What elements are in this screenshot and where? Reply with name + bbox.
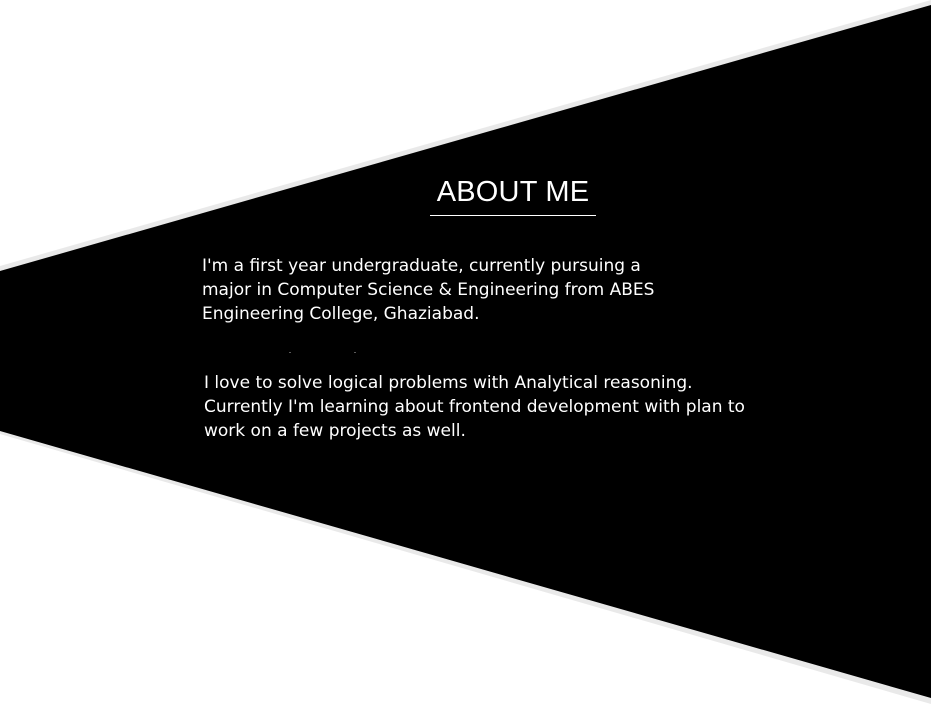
section-title: ABOUT ME xyxy=(436,176,590,208)
interests-paragraph: I love to solve logical problems with An… xyxy=(204,371,745,443)
black-wedge-background xyxy=(0,0,931,704)
paragraph-line: I love to solve logical problems with An… xyxy=(204,373,693,393)
title-underline xyxy=(430,215,596,216)
paragraph-line: work on a few projects as well. xyxy=(204,421,466,441)
about-section: ABOUT ME I'm a first year undergraduate,… xyxy=(0,0,931,724)
decorative-speck xyxy=(354,352,356,353)
paragraph-line: major in Computer Science & Engineering … xyxy=(202,280,655,300)
decorative-speck xyxy=(289,352,291,353)
paragraph-line: Currently I'm learning about frontend de… xyxy=(204,397,745,417)
paragraph-line: I'm a first year undergraduate, currentl… xyxy=(202,256,641,276)
intro-paragraph: I'm a first year undergraduate, currentl… xyxy=(202,254,654,326)
paragraph-line: Engineering College, Ghaziabad. xyxy=(202,304,480,324)
